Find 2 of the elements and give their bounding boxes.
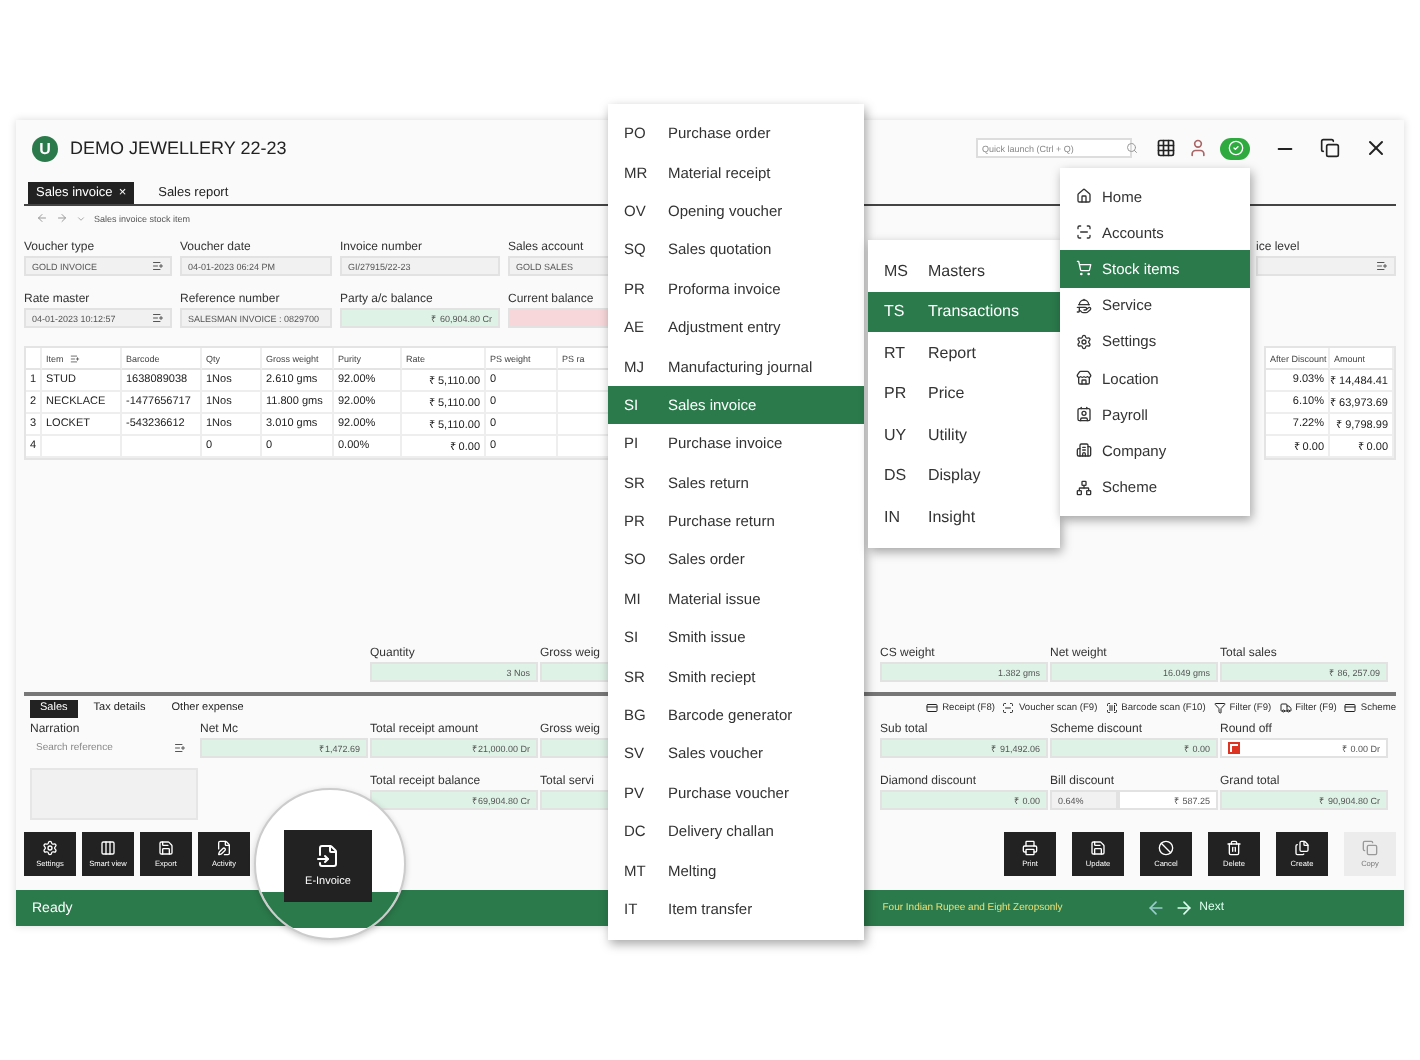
app-title: DEMO JEWELLERY 22-23	[70, 138, 287, 158]
app-logo: U	[32, 135, 58, 161]
